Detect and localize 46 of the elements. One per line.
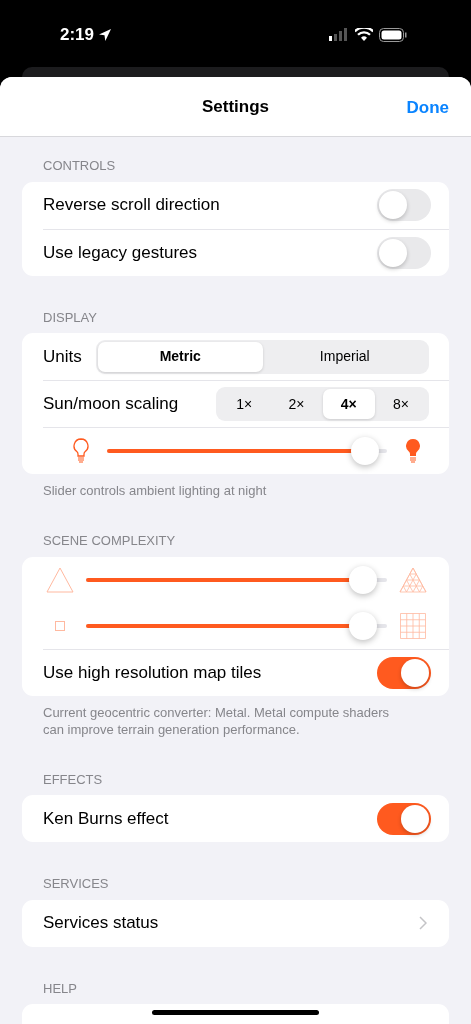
segment-option[interactable]: 8× [374, 389, 427, 419]
section-header: EFFECTS [42, 770, 104, 789]
segment-option[interactable]: Imperial [262, 341, 427, 372]
slider-thumb[interactable] [348, 565, 377, 594]
slider[interactable] [86, 564, 387, 595]
status-time: 2:19 [60, 23, 95, 46]
segment-option[interactable]: Metric [98, 341, 263, 372]
done-button[interactable]: Done [406, 95, 449, 121]
lightbulb-outline-icon [73, 438, 89, 464]
chevron-right-icon [419, 916, 427, 930]
lightbulb-icon [405, 438, 421, 464]
setting-label: Use high resolution map tiles [43, 661, 262, 684]
toggle-switch[interactable] [377, 802, 431, 835]
setting-label: Units [43, 345, 82, 368]
setting-label: Use legacy gestures [43, 241, 198, 264]
slider[interactable] [107, 436, 387, 466]
triangle-mesh-icon [399, 566, 427, 593]
slider-thumb[interactable] [350, 437, 379, 465]
section-header: HELP [42, 979, 78, 998]
segment-option[interactable]: 2× [270, 389, 323, 419]
setting-label: Sun/moon scaling [43, 393, 179, 416]
slider-thumb[interactable] [348, 611, 377, 640]
grid-icon [400, 612, 426, 639]
section-header: DISPLAY [42, 308, 98, 327]
services-status-row[interactable]: Services status [22, 899, 449, 947]
section-header: SCENE COMPLEXITY [42, 532, 177, 550]
segment-option[interactable]: 1× [218, 389, 271, 419]
location-arrow-icon [98, 27, 113, 42]
signal-icon [329, 28, 349, 41]
wifi-icon [355, 28, 373, 41]
square-icon [55, 620, 65, 631]
toggle-switch[interactable] [377, 236, 431, 269]
triangle-icon [46, 566, 74, 593]
slider[interactable] [86, 610, 387, 641]
setting-label: Services status [43, 912, 159, 935]
section-header: SERVICES [42, 875, 110, 893]
setting-label: Ken Burns effect [43, 807, 169, 830]
toggle-switch[interactable] [377, 189, 431, 221]
toggle-switch[interactable] [377, 656, 431, 689]
battery-icon [379, 27, 407, 42]
section-footer: Current geocentric converter: Metal. Metal compute shaders can improve terrain generation performance. [0, 703, 471, 738]
section-header: CONTROLS [42, 157, 117, 175]
screen-title: Settings [201, 95, 270, 118]
section-footer: Slider controls ambient lighting at night [0, 482, 471, 499]
segment-option[interactable]: 4× [322, 389, 375, 419]
setting-label: Reverse scroll direction [43, 194, 220, 217]
